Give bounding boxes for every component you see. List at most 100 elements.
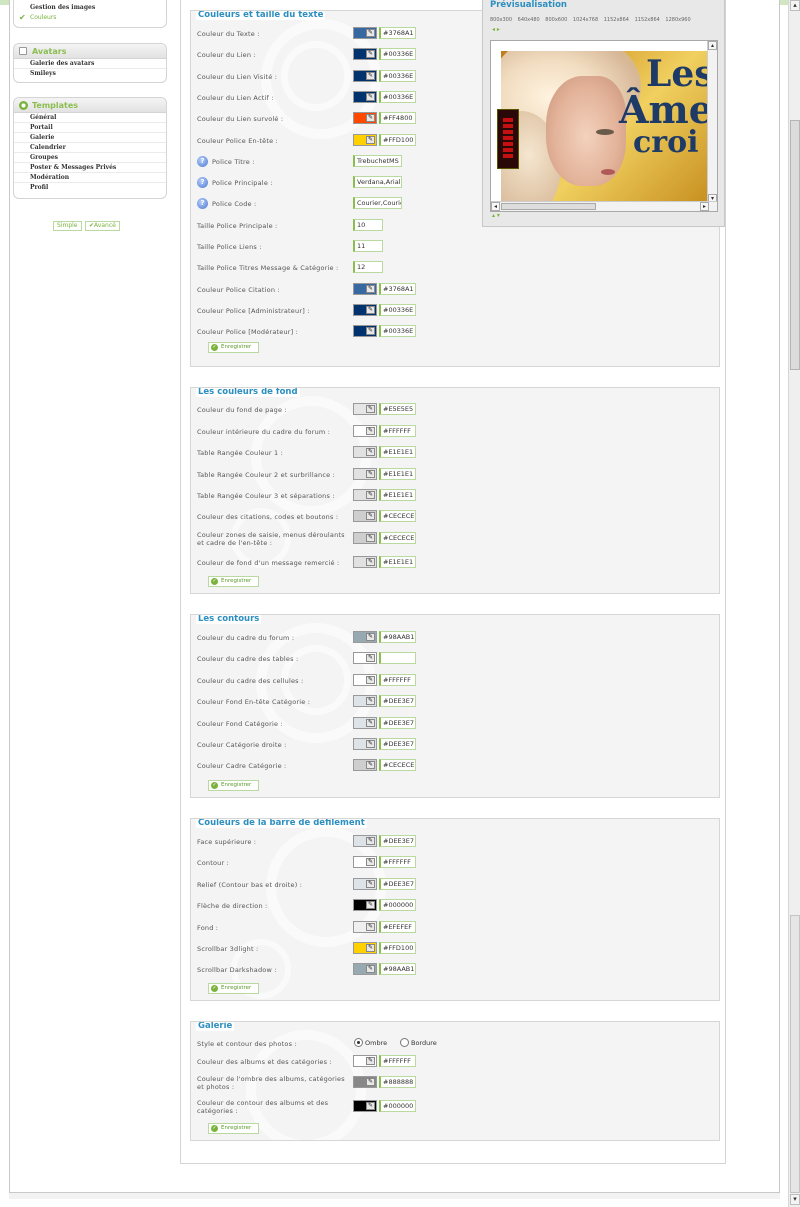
color-swatch[interactable]: ✎ [353,90,377,103]
resolution-option[interactable]: 1280x960 [665,17,690,23]
color-swatch[interactable]: ✎ [353,673,377,686]
color-hex-input[interactable]: #E5E5E5 [379,403,416,415]
color-swatch[interactable]: ✎ [353,920,377,933]
color-hex-input[interactable]: #FF4800 [379,112,416,125]
color-hex-input[interactable]: #FFFFFF [379,425,416,437]
color-picker-icon[interactable]: ✎ [366,327,375,336]
color-hex-input[interactable]: #98AAB1 [379,631,416,643]
simple-mode-button[interactable]: Simple [53,221,82,231]
color-swatch[interactable]: ✎ [353,1055,377,1067]
color-swatch[interactable]: ✎ [353,759,377,772]
color-hex-input[interactable]: #00336E [379,48,416,61]
help-icon[interactable]: ? [197,198,208,210]
sidebar-item-portail[interactable]: Portail [14,123,166,133]
color-hex-input[interactable]: #3768A1 [379,27,416,39]
resolution-option[interactable]: 1152x864 [635,17,660,23]
preview-horizontal-scrollbar[interactable]: ◂ ▸ [491,201,717,211]
color-hex-input[interactable]: #000000 [379,1100,416,1112]
color-hex-input[interactable]: #E1E1E1 [379,489,416,501]
sidebar-item-galerie[interactable]: Galerie [14,133,166,143]
color-swatch[interactable]: ✎ [353,942,377,954]
color-swatch[interactable]: ✎ [353,325,377,338]
sidebar-item-couleurs[interactable]: Couleurs [30,14,56,21]
size-input[interactable]: 12 [353,261,383,274]
help-icon[interactable]: ? [197,155,208,167]
sidebar-item-calendrier[interactable]: Calendrier [14,143,166,153]
sidebar-item-galerie-avatars[interactable]: Galerie des avatars [14,59,166,69]
color-swatch[interactable]: ✎ [353,899,377,912]
color-swatch[interactable]: ✎ [353,556,377,568]
color-swatch[interactable]: ✎ [353,489,377,501]
color-swatch[interactable]: ✎ [353,716,377,729]
color-swatch[interactable]: ✎ [353,69,377,82]
color-picker-icon[interactable]: ✎ [366,944,375,952]
color-swatch[interactable]: ✎ [353,282,377,295]
sidebar-item-gestion-images[interactable]: Gestion des images [30,4,95,11]
resolution-option[interactable]: 800x300 [490,17,512,23]
sidebar-item-profil[interactable]: Profil [14,183,166,193]
resize-arrows-icon[interactable]: ◂ ▸ [492,26,500,33]
color-picker-icon[interactable]: ✎ [366,427,375,435]
color-picker-icon[interactable]: ✎ [366,558,375,566]
color-swatch[interactable]: ✎ [353,133,377,146]
color-picker-icon[interactable]: ✎ [366,837,375,845]
save-button[interactable]: ✓ Enregistrer [208,576,259,587]
color-picker-icon[interactable]: ✎ [366,879,375,888]
resize-arrows-icon[interactable]: ▴ ▾ [492,212,500,219]
color-hex-input[interactable]: #3768A1 [379,282,416,295]
color-hex-input[interactable]: #000000 [379,899,416,912]
color-picker-icon[interactable]: ✎ [366,633,375,641]
color-swatch[interactable]: ✎ [353,695,377,708]
font-input[interactable]: TrebuchetMS [353,154,402,167]
radio-ombre[interactable] [354,1038,363,1047]
color-hex-input[interactable]: #FFFFFF [379,856,416,869]
color-swatch[interactable]: ✎ [353,1100,377,1112]
color-picker-icon[interactable]: ✎ [366,761,375,770]
color-picker-icon[interactable]: ✎ [366,50,375,59]
color-picker-icon[interactable]: ✎ [366,29,375,37]
scroll-left-icon[interactable]: ◂ [491,202,500,211]
color-picker-icon[interactable]: ✎ [366,697,375,706]
color-hex-input[interactable]: #DEE3E7 [379,738,416,750]
preview-vertical-scrollbar[interactable]: ▴ ▾ [707,41,717,203]
color-hex-input[interactable]: #FFD100 [379,133,416,146]
color-hex-input[interactable]: #00336E [379,325,416,338]
color-swatch[interactable]: ✎ [353,510,377,522]
color-picker-icon[interactable]: ✎ [366,491,375,499]
save-button[interactable]: ✓ Enregistrer [208,780,259,791]
color-picker-icon[interactable]: ✎ [366,405,375,413]
color-picker-icon[interactable]: ✎ [366,512,375,520]
color-hex-input[interactable] [379,652,416,665]
scroll-thumb[interactable] [501,203,596,210]
resolution-option[interactable]: 800x600 [545,17,567,23]
scroll-up-icon[interactable]: ▴ [708,41,717,50]
color-swatch[interactable]: ✎ [353,446,377,458]
color-picker-icon[interactable]: ✎ [366,901,375,910]
color-picker-icon[interactable]: ✎ [366,71,375,80]
collapse-icon[interactable] [19,47,27,55]
sidebar-avatars-header[interactable]: Avatars [14,44,166,59]
font-input[interactable]: Verdana,Arial [353,176,402,189]
color-picker-icon[interactable]: ✎ [366,534,375,542]
color-swatch[interactable]: ✎ [353,27,377,39]
color-picker-icon[interactable]: ✎ [366,654,375,663]
sidebar-templates-header[interactable]: Templates [14,98,166,113]
color-hex-input[interactable]: #00336E [379,90,416,103]
color-hex-input[interactable]: #E1E1E1 [379,468,416,480]
size-input[interactable]: 10 [353,218,383,231]
color-picker-icon[interactable]: ✎ [366,858,375,867]
color-swatch[interactable]: ✎ [353,631,377,643]
scroll-right-icon[interactable]: ▸ [700,202,709,211]
color-picker-icon[interactable]: ✎ [366,740,375,748]
color-picker-icon[interactable]: ✎ [366,1102,375,1110]
resolution-option[interactable]: 1024x768 [573,17,598,23]
color-swatch[interactable]: ✎ [353,1076,377,1088]
color-hex-input[interactable]: #FFFFFF [379,1055,416,1067]
resolution-option[interactable]: 640x480 [518,17,540,23]
help-icon[interactable]: ? [197,177,208,189]
color-swatch[interactable]: ✎ [353,738,377,750]
sidebar-item-general[interactable]: Général [14,113,166,123]
color-hex-input[interactable]: #CECECE [379,759,416,772]
color-hex-input[interactable]: #EFEFEF [379,920,416,933]
color-picker-icon[interactable]: ✎ [366,284,375,293]
